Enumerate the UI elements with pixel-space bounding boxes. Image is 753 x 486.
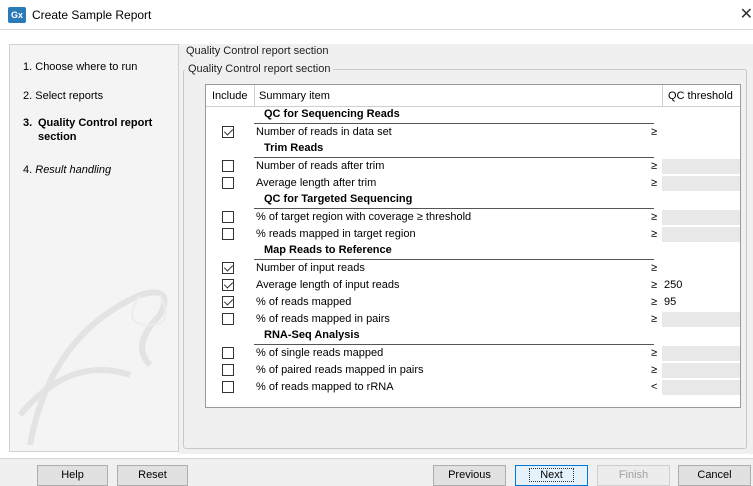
threshold-operator: ≥ [651,347,658,359]
reset-button[interactable]: Reset [117,465,188,486]
header-summary-item: Summary item [259,90,330,102]
group-title: QC for Sequencing Reads [264,108,400,120]
summary-item-label: % of paired reads mapped in pairs [256,364,424,376]
summary-item-label: % of reads mapped in pairs [256,313,390,325]
include-checkbox[interactable] [222,313,234,325]
cancel-button[interactable]: Cancel [678,465,751,486]
threshold-input[interactable] [662,346,740,361]
step-result-handling: 4. Result handling [23,164,112,176]
include-checkbox[interactable] [222,347,234,359]
threshold-input[interactable]: 95 [662,295,740,310]
threshold-operator: ≥ [651,228,658,240]
group-header-row: Map Reads to Reference [206,243,740,260]
group-title: Trim Reads [264,142,324,154]
table-row: Average length of input reads ≥250 [206,277,740,294]
threshold-input[interactable] [662,380,740,395]
header-qc-threshold: QC threshold [668,90,733,102]
threshold-operator: ≥ [651,160,658,172]
window-title: Create Sample Report [32,8,152,22]
dialog-footer: Help Reset Previous Next Finish Cancel [0,458,753,486]
summary-item-label: % of single reads mapped [256,347,384,359]
title-bar: Gx Create Sample Report ✕ [0,0,753,30]
threshold-operator: ≥ [651,296,658,308]
decorative-swirl-watermark [17,289,168,446]
threshold-input[interactable] [662,261,740,276]
qc-summary-table: Include Summary item QC threshold QC for… [205,84,741,408]
table-row: Average length after trim ≥ [206,175,740,192]
finish-button[interactable]: Finish [597,465,670,486]
wizard-steps-panel: 1. Choose where to run 2. Select reports… [9,44,179,452]
table-row: % of reads mapped to rRNA < [206,379,740,396]
group-header-row: Trim Reads [206,141,740,158]
table-row: Number of reads after trim ≥ [206,158,740,175]
threshold-input[interactable] [662,210,740,225]
threshold-operator: ≥ [651,177,658,189]
include-checkbox[interactable] [222,381,234,393]
include-checkbox[interactable] [222,177,234,189]
summary-item-label: Average length after trim [256,177,377,189]
table-row: % reads mapped in target region ≥ [206,226,740,243]
summary-item-label: % of target region with coverage ≥ thres… [256,211,472,223]
table-row: % of single reads mapped ≥ [206,345,740,362]
threshold-operator: ≥ [651,313,658,325]
table-header: Include Summary item QC threshold [206,85,740,107]
threshold-input[interactable] [662,176,740,191]
include-checkbox[interactable] [222,364,234,376]
threshold-input[interactable]: 250 [662,278,740,293]
header-include: Include [212,90,248,102]
group-title: Map Reads to Reference [264,244,392,256]
help-button[interactable]: Help [37,465,108,486]
threshold-operator: ≥ [651,279,658,291]
include-checkbox[interactable] [222,262,234,274]
threshold-operator: ≥ [651,364,658,376]
summary-item-label: Number of reads after trim [256,160,385,172]
include-checkbox[interactable] [222,211,234,223]
include-checkbox[interactable] [222,296,234,308]
threshold-input[interactable] [662,159,740,174]
table-row: % of target region with coverage ≥ thres… [206,209,740,226]
close-icon[interactable]: ✕ [733,4,753,26]
include-checkbox[interactable] [222,126,234,138]
summary-item-label: % of reads mapped [256,296,352,308]
summary-item-label: Number of input reads [256,262,365,274]
threshold-input[interactable] [662,227,740,242]
app-logo-icon: Gx [8,7,26,23]
summary-item-label: % of reads mapped to rRNA [256,381,394,393]
next-button[interactable]: Next [515,465,588,486]
section-title: Quality Control report section [186,45,329,57]
group-title: QC for Targeted Sequencing [264,193,413,205]
previous-button[interactable]: Previous [433,465,506,486]
table-row: % of paired reads mapped in pairs ≥ [206,362,740,379]
group-header-row: QC for Sequencing Reads [206,107,740,124]
threshold-operator: ≥ [651,126,658,138]
summary-item-label: Number of reads in data set [256,126,392,138]
table-row: % of reads mapped ≥95 [206,294,740,311]
threshold-operator: ≥ [651,211,658,223]
summary-item-label: Average length of input reads [256,279,400,291]
threshold-input[interactable] [662,363,740,378]
group-header-row: QC for Targeted Sequencing [206,192,740,209]
table-row: % of reads mapped in pairs ≥ [206,311,740,328]
step-choose-where-to-run: 1. Choose where to run [23,61,138,73]
group-header-row: RNA-Seq Analysis [206,328,740,345]
summary-item-label: % reads mapped in target region [256,228,416,240]
step-select-reports: 2. Select reports [23,90,104,102]
section-legend: Quality Control report section [185,63,334,75]
table-row: Number of reads in data set ≥ [206,124,740,141]
threshold-input[interactable] [662,125,740,140]
include-checkbox[interactable] [222,228,234,240]
group-title: RNA-Seq Analysis [264,329,360,341]
main-content: Quality Control report section Quality C… [179,44,753,454]
table-row: Number of input reads ≥ [206,260,740,277]
threshold-operator: < [651,381,658,393]
threshold-operator: ≥ [651,262,658,274]
threshold-input[interactable] [662,312,740,327]
include-checkbox[interactable] [222,160,234,172]
include-checkbox[interactable] [222,279,234,291]
